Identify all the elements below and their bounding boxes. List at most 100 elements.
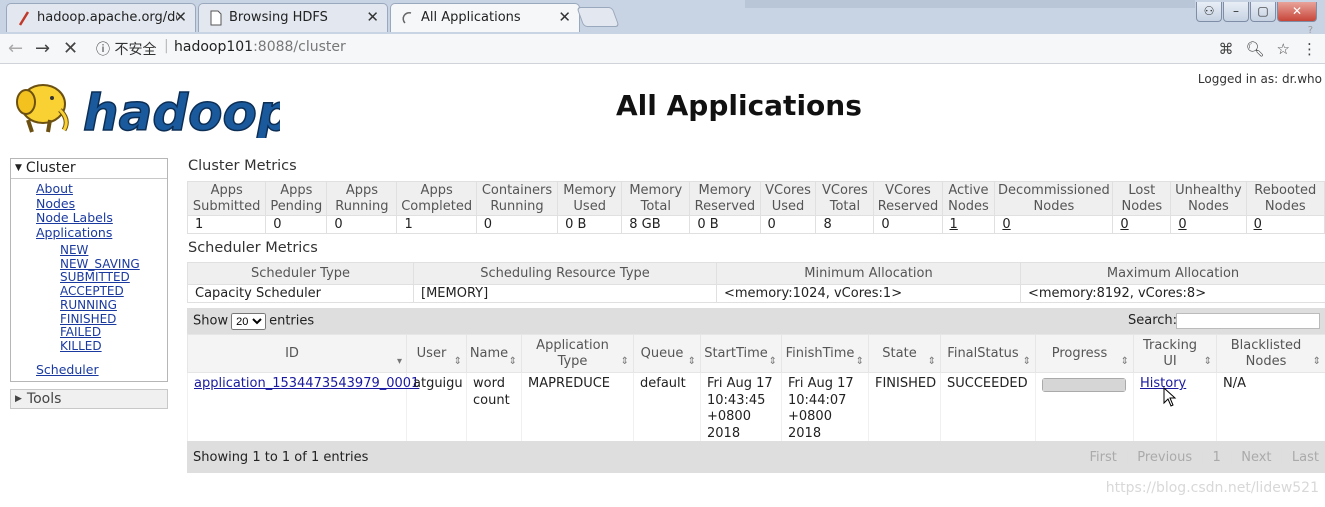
metrics-header-text: Active [948,183,989,198]
tab-hadoop-apache[interactable]: hadoop.apache.org/do ✕ [6,3,196,32]
tab-all-applications[interactable]: All Applications ✕ [390,3,580,32]
cluster-toggle[interactable]: ▼ Cluster [11,159,167,179]
address-bar[interactable]: ⓘ 不安全 | hadoop101:8088/cluster [90,38,1295,60]
column-header[interactable]: Blacklisted Nodes ⇕ [1216,334,1325,373]
metrics-header-text: VCores [765,183,811,198]
column-header[interactable]: FinalStatus ⇕ [940,334,1036,373]
sidebar-item-about[interactable]: About [11,181,167,197]
progress-fill [1043,379,1125,391]
logo-text: hadoop [83,84,280,138]
pager-next[interactable]: Next [1239,450,1273,465]
metrics-header-text: Memory [629,183,683,198]
metrics-header-text: Running [490,198,544,214]
close-tab-icon[interactable]: ✕ [174,8,187,26]
app-blacklisted-cell: N/A [1216,372,1325,442]
new-tab-button[interactable] [576,7,620,27]
metrics-value-cell: 0 [759,215,817,234]
column-header[interactable]: User ⇕ [406,334,467,373]
metrics-value-link[interactable]: 1 [950,217,958,232]
column-header-label: User [416,345,447,361]
sidebar-item-running[interactable]: RUNNING [11,298,167,313]
metrics-value-cell: 0 [873,215,943,234]
metrics-value-link[interactable]: 0 [1178,217,1186,232]
metrics-header-text: Apps [210,183,243,198]
metrics-value-cell: 8 GB [621,215,691,234]
pager-last[interactable]: Last [1290,450,1321,465]
metrics-value-cell: 0 [265,215,328,234]
metrics-header-text: Nodes [1188,198,1229,214]
url-text[interactable]: hadoop101:8088/cluster [174,39,346,55]
close-window-icon[interactable]: ✕ [1277,2,1317,22]
sort-icon: ⇕ [855,355,864,367]
app-state-cell: FINISHED [868,372,941,442]
metrics-value-link[interactable]: 0 [1254,217,1262,232]
tab-browsing-hdfs[interactable]: Browsing HDFS ✕ [198,3,388,32]
expand-arrow-icon: ▶ [15,394,22,405]
sort-icon: ⇕ [1022,355,1031,367]
close-tab-icon[interactable]: ✕ [558,8,571,26]
user-icon[interactable]: ⚇ [1196,2,1222,22]
metrics-header-text: Pending [270,198,323,214]
tab-title: hadoop.apache.org/do [37,10,177,25]
minimize-icon[interactable]: – [1223,2,1249,22]
column-header-label: Queue [640,345,684,361]
forward-arrow-icon[interactable]: → [35,38,50,59]
metrics-header-text: Memory [563,183,617,198]
maximize-icon[interactable]: ▢ [1250,2,1276,22]
sort-icon: ⇕ [768,355,777,367]
entries-label: entries [269,313,315,329]
sidebar-item-applications[interactable]: Applications [11,225,167,241]
column-header[interactable]: Tracking UI ⇕ [1133,334,1217,373]
scheduler-metrics-title: Scheduler Metrics [188,240,318,256]
sidebar-item-new-saving[interactable]: NEW_SAVING [11,257,167,272]
pager-previous[interactable]: Previous [1135,450,1194,465]
stop-loading-icon[interactable]: ✕ [63,38,78,59]
sort-icon: ⇕ [927,355,936,367]
scheduler-value-cell: <memory:1024, vCores:1> [716,284,1021,303]
zoom-icon[interactable]: 🔍︎ [1246,40,1265,58]
sidebar-item-failed[interactable]: FAILED [11,326,167,340]
column-header[interactable]: Application Type ⇕ [521,334,634,373]
app-queue-cell: default [633,372,701,442]
metrics-header-cell: Apps Submitted [186,181,267,216]
column-header[interactable]: FinishTime ⇕ [781,334,869,373]
metrics-header-text: VCores [822,183,868,198]
sidebar-item-killed[interactable]: KILLED [11,339,167,354]
metrics-header-text: Total [829,198,861,214]
metrics-value-link[interactable]: 0 [1120,217,1128,232]
pager-first[interactable]: First [1087,450,1118,465]
column-header[interactable]: Name ⇕ [466,334,522,373]
search-input[interactable] [1176,313,1320,329]
sidebar-item-scheduler[interactable]: Scheduler [11,362,167,378]
tools-label: Tools [26,391,62,408]
metrics-value-link[interactable]: 0 [1002,217,1010,232]
app-id-link[interactable]: application_1534473543979_0001 [194,376,419,391]
column-header[interactable]: State ⇕ [868,334,941,373]
metrics-header-text: Nodes [1033,198,1075,214]
metrics-header-text: Nodes [1121,198,1163,214]
page-length-select[interactable]: 20 [231,313,267,330]
column-header[interactable]: Queue ⇕ [633,334,701,373]
sidebar-item-new[interactable]: NEW [11,243,167,258]
column-header[interactable]: ID ▾ [187,334,407,373]
sort-icon: ⇕ [453,355,462,367]
back-arrow-icon[interactable]: ← [8,38,23,59]
bookmark-star-icon[interactable]: ☆ [1277,40,1290,58]
info-icon[interactable]: ⓘ 不安全 [96,39,156,59]
sidebar-item-node-labels[interactable]: Node Labels [11,210,167,226]
translate-icon[interactable]: ⌘ [1219,40,1234,58]
close-tab-icon[interactable]: ✕ [366,8,379,26]
menu-icon[interactable]: ⋮ [1302,40,1317,58]
column-header-label: FinalStatus [947,345,1019,361]
sort-icon: ⇕ [1203,355,1212,367]
sidebar-item-accepted[interactable]: ACCEPTED [11,284,167,299]
column-header[interactable]: StartTime ⇕ [700,334,782,373]
column-header[interactable]: Progress ⇕ [1035,334,1134,373]
sidebar-item-submitted[interactable]: SUBMITTED [11,271,167,285]
sidebar-item-finished[interactable]: FINISHED [11,312,167,327]
sidebar-item-nodes[interactable]: Nodes [11,196,167,212]
metrics-header-text: Unhealthy [1175,183,1242,198]
pager-page-1[interactable]: 1 [1211,450,1223,465]
tools-toggle[interactable]: ▶ Tools [10,389,168,410]
metrics-header-text: Containers [481,183,553,198]
